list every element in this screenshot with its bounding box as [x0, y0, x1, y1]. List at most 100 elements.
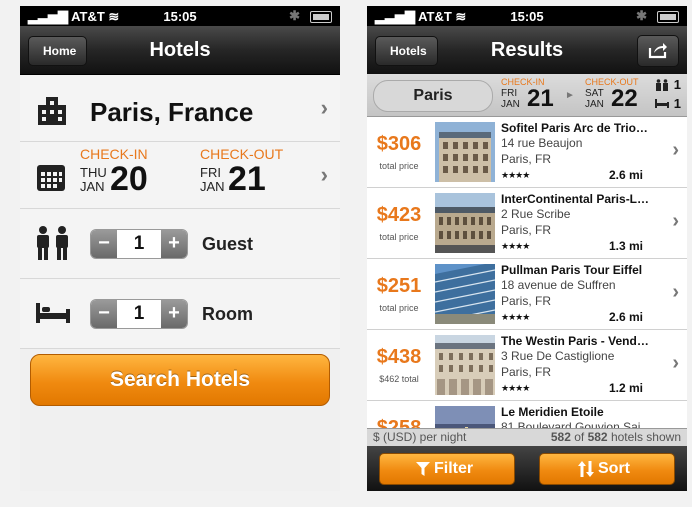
- hotel-price-note: $462 total: [379, 374, 419, 384]
- room-increment-button[interactable]: +: [161, 300, 187, 328]
- hotel-star-rating: ★★★★: [501, 241, 530, 251]
- battery-icon: [310, 11, 332, 23]
- hotel-city: Paris, FR: [501, 365, 552, 379]
- chevron-right-icon: ›: [320, 162, 328, 187]
- guest-label: Guest: [202, 234, 254, 254]
- shown-count: 582: [550, 430, 571, 444]
- share-icon: [648, 43, 667, 59]
- hotel-address: 3 Rue De Castiglione: [501, 349, 615, 363]
- guests-row: − 1 + Guest: [20, 209, 340, 279]
- checkin-month: JAN: [501, 99, 520, 110]
- share-button[interactable]: [637, 35, 679, 67]
- hotel-price: $423: [376, 204, 422, 226]
- checkin-month: JAN: [80, 179, 105, 194]
- hotel-row[interactable]: $251 total price Pullman Paris Tour Eiff…: [367, 259, 687, 330]
- checkout-dow: SAT: [585, 88, 604, 99]
- results-count: 582 of 582 hotels shown: [551, 430, 681, 444]
- room-count: 1: [133, 303, 145, 324]
- chevron-right-icon: ›: [672, 210, 679, 232]
- search-hotels-button[interactable]: Search Hotels: [30, 354, 330, 406]
- hotel-distance: 2.6 mi: [608, 310, 643, 324]
- results-screen: ▂▃▅▇ AT&T ≋ 15:05 ✱ Hotels Results Paris…: [367, 6, 687, 491]
- results-footer: $ (USD) per night 582 of 582 hotels show…: [367, 428, 687, 446]
- hotel-row[interactable]: $306 total price Sofitel Paris Arc de Tr…: [367, 117, 687, 188]
- hotel-photo: [435, 122, 495, 182]
- checkin-dow: THU: [80, 165, 107, 180]
- page-title: Hotels: [149, 39, 211, 61]
- filter-icon: [416, 462, 430, 476]
- battery-icon: [657, 11, 679, 23]
- nav-bar: Hotels Results: [367, 26, 687, 75]
- hotel-distance: 1.3 mi: [608, 239, 643, 253]
- checkout-day: 22: [611, 85, 638, 112]
- checkin-day: 21: [527, 85, 554, 112]
- room-count: 1: [673, 96, 681, 111]
- sort-label: Sort: [598, 460, 630, 477]
- hotel-name: InterContinental Paris-L…: [501, 192, 650, 206]
- hotels-shown-text: hotels shown: [610, 430, 681, 444]
- hotel-row[interactable]: $258 Le Meridien Etoile 81 Boulevard Gou…: [367, 401, 687, 428]
- hotel-address: 2 Rue Scribe: [501, 207, 571, 221]
- hotel-star-rating: ★★★★: [501, 383, 530, 393]
- guest-count: 1: [673, 77, 681, 92]
- hotel-price: $251: [376, 275, 422, 297]
- hotel-address: 81 Boulevard Gouvion Sai…: [501, 420, 653, 428]
- search-summary-bar: Paris CHECK-IN FRI JAN 21 ► CHECK-OUT SA…: [367, 74, 687, 117]
- hotel-name: Sofitel Paris Arc de Trio…: [501, 121, 648, 135]
- filter-label: Filter: [434, 460, 474, 477]
- hotel-address: 18 avenue de Suffren: [501, 278, 616, 292]
- guests-icon: [656, 79, 668, 91]
- filter-button[interactable]: Filter: [379, 453, 515, 485]
- chevron-right-icon: ›: [672, 139, 679, 161]
- calendar-icon: [37, 165, 65, 191]
- checkout-dow: FRI: [200, 165, 221, 180]
- guest-increment-button[interactable]: +: [161, 230, 187, 258]
- bluetooth-icon: ✱: [289, 8, 300, 23]
- dates-row[interactable]: CHECK-IN THU JAN 20 CHECK-OUT FRI JAN 21…: [20, 142, 340, 209]
- hotel-distance: 1.2 mi: [608, 381, 643, 395]
- city-field[interactable]: Paris: [373, 80, 493, 112]
- nav-bar: Home Hotels: [20, 26, 340, 75]
- hotel-city: Paris, FR: [501, 223, 552, 237]
- destination-row[interactable]: Paris, France ›: [20, 75, 340, 142]
- hotel-name: Le Meridien Etoile: [501, 405, 604, 419]
- status-bar: ▂▃▅▇ AT&T ≋ 15:05 ✱: [20, 6, 340, 26]
- hotel-price-note: total price: [379, 232, 419, 242]
- building-icon: [38, 97, 66, 125]
- hotel-address: 14 rue Beaujon: [501, 136, 583, 150]
- chevron-right-icon: ›: [672, 352, 679, 374]
- room-stepper: − 1 +: [90, 299, 188, 329]
- bed-icon: [655, 99, 669, 108]
- hotel-price-note: total price: [379, 303, 419, 313]
- of-word: of: [574, 430, 585, 444]
- guest-count: 1: [133, 233, 145, 254]
- sort-icon: [578, 461, 594, 477]
- checkout-day: 21: [228, 160, 266, 198]
- hotel-star-rating: ★★★★: [501, 170, 530, 180]
- guest-decrement-button[interactable]: −: [91, 230, 117, 258]
- chevron-right-icon: ›: [672, 281, 679, 303]
- checkout-month: JAN: [585, 99, 604, 110]
- hotel-results-list[interactable]: $306 total price Sofitel Paris Arc de Tr…: [367, 117, 687, 428]
- hotel-price-note: total price: [379, 161, 419, 171]
- hotel-price: $306: [376, 133, 422, 155]
- sort-button[interactable]: Sort: [539, 453, 675, 485]
- rooms-row: − 1 + Room: [20, 279, 340, 349]
- hotel-row[interactable]: $423 total price InterContinental Paris-…: [367, 188, 687, 259]
- checkin-day: 20: [110, 160, 148, 198]
- bluetooth-icon: ✱: [636, 8, 647, 23]
- hotel-row[interactable]: $438 $462 total The Westin Paris - Vend……: [367, 330, 687, 401]
- total-count: 582: [587, 430, 608, 444]
- hotel-name: Pullman Paris Tour Eiffel: [501, 263, 643, 277]
- arrow-right-icon: ►: [565, 90, 575, 101]
- bed-icon: [36, 303, 70, 323]
- checkin-dow: FRI: [501, 88, 518, 99]
- guest-stepper: − 1 +: [90, 229, 188, 259]
- hotel-price: $438: [376, 346, 422, 368]
- hotel-photo: [435, 193, 495, 253]
- people-icon: [37, 226, 68, 260]
- hotel-photo: [435, 335, 495, 395]
- room-decrement-button[interactable]: −: [91, 300, 117, 328]
- chevron-right-icon: ›: [320, 95, 328, 120]
- hotel-photo: [435, 264, 495, 324]
